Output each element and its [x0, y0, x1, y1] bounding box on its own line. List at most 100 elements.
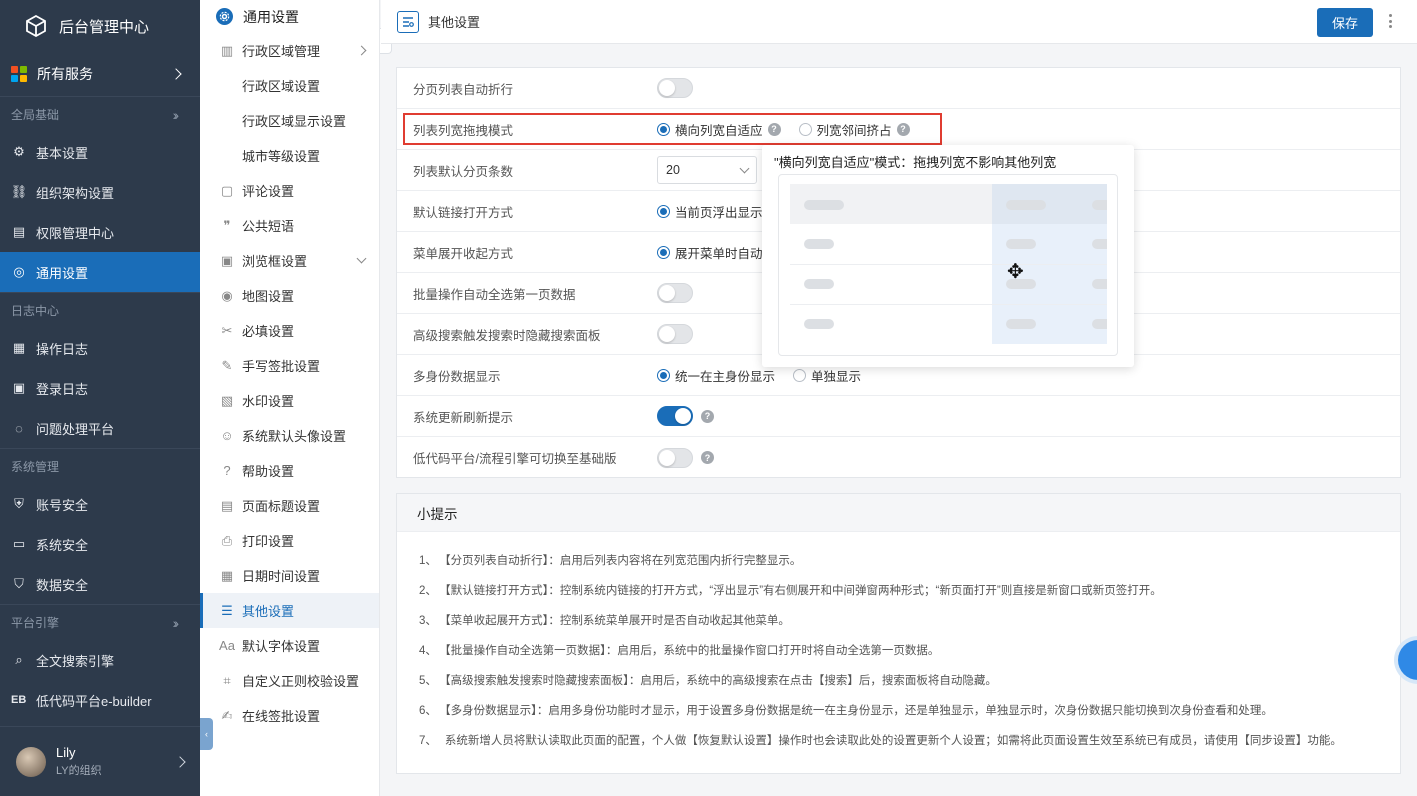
submenu-item[interactable]: ☺ 系统默认头像设置 [200, 418, 379, 453]
sidebar-group-header[interactable]: 平台引擎 ›› [0, 604, 200, 640]
save-button[interactable]: 保存 [1317, 8, 1373, 37]
sidebar-group-header[interactable]: 日志中心 [0, 292, 200, 328]
sidebar-item[interactable]: ⛨ 账号安全 [0, 484, 200, 524]
sidebar-item[interactable]: EB 低代码平台e-builder [0, 680, 200, 720]
setting-label: 高级搜索触发搜索时隐藏搜索面板 [413, 328, 601, 343]
submenu-item[interactable]: ◉ 地图设置 [200, 278, 379, 313]
setting-label: 批量操作自动全选第一页数据 [413, 287, 576, 302]
chevron-down-icon[interactable] [356, 253, 367, 264]
radio-button[interactable] [657, 204, 670, 218]
planet-icon: ◌ [15, 420, 23, 436]
chevron-right-icon[interactable] [356, 45, 367, 56]
page-header: 其他设置 保存 [381, 0, 1417, 44]
submenu-item[interactable]: Aa 默认字体设置 [200, 628, 379, 663]
submenu-item[interactable]: ▦ 日期时间设置 [200, 558, 379, 593]
submenu-item-label: 系统默认头像设置 [242, 429, 347, 444]
sidebar-item[interactable]: ⚙ 基本设置 [0, 132, 200, 172]
quote-icon: ❞ [223, 217, 231, 233]
submenu-item[interactable]: ✎ 手写签批设置 [200, 348, 379, 383]
scissors-icon: ✂ [221, 322, 233, 338]
main-sidebar: 后台管理中心 所有服务 全局基础 ›› ⚙ 基本设置 ⛓ 组织架构设置 ▤ 权限管理中心 ◎ 通用… [0, 0, 200, 796]
shield-icon: ⛨ [14, 496, 24, 511]
help-icon[interactable]: ? [701, 409, 714, 423]
double-chevron-icon[interactable]: ›› [173, 615, 180, 631]
tips-panel: 小提示 1、 【分页列表自动折行】：启用后列表内容将在列宽范围内折行完整显示。 2、… [396, 493, 1401, 774]
submenu-item[interactable]: ▧ 水印设置 [200, 383, 379, 418]
submenu-item[interactable]: ✂ 必填设置 [200, 313, 379, 348]
sidebar-toggle-button[interactable]: ‹ [200, 718, 213, 750]
sidebar-item[interactable]: ◌ 问题处理平台 [0, 408, 200, 448]
radio-button[interactable] [793, 368, 807, 382]
toggle-switch[interactable] [657, 283, 693, 303]
page-size-select[interactable]: 20 [657, 156, 757, 184]
search-icon: ⌕ [15, 652, 23, 667]
sidebar-group-label: 日志中心 [11, 304, 60, 318]
help-icon[interactable]: ? [767, 122, 781, 136]
submenu-item[interactable]: ⎙ 打印设置 [200, 523, 379, 558]
popover-title: "横向列宽自适应"模式：拖拽列宽不影响其他列宽 [774, 155, 1057, 170]
double-chevron-icon[interactable]: ›› [173, 107, 180, 123]
setting-label: 低代码平台/流程引擎可切换至基础版 [413, 452, 617, 466]
submenu-item[interactable]: ▢ 评论设置 [200, 173, 379, 208]
sidebar-group-label: 系统管理 [11, 460, 60, 474]
submenu-item[interactable]: ⌗ 自定义正则校验设置 [200, 663, 379, 698]
settings-gear-icon [216, 8, 233, 25]
submenu-item[interactable]: ▥ 行政区域管理 [200, 33, 379, 68]
radio-button[interactable] [657, 368, 670, 382]
tips-title: 小提示 [397, 494, 1400, 532]
more-options-icon[interactable] [1385, 11, 1395, 31]
submenu-item[interactable]: ❞ 公共短语 [200, 208, 379, 243]
sidebar-item[interactable]: ⌕ 全文搜索引擎 [0, 640, 200, 680]
radio-option[interactable]: 单独显示 [793, 366, 861, 385]
sidebar-item[interactable]: ▦ 操作日志 [0, 328, 200, 368]
tip-text: 【多身份数据显示】：启用多身份功能时才显示，用于设置多身份数据是统一在主身份显示… [444, 705, 1273, 717]
help-icon[interactable]: ? [896, 122, 910, 136]
toggle-switch[interactable] [657, 447, 693, 468]
tip-text: 【菜单收起展开方式】：控制系统菜单展开时是否自动收起其他菜单。 [444, 615, 790, 627]
sidebar-item[interactable]: ⛓ 组织架构设置 [0, 172, 200, 212]
user-org: LY的组织 [56, 765, 102, 777]
sidebar-item[interactable]: ◎ 通用设置 [0, 252, 200, 292]
submenu-item-label: 页面标题设置 [242, 499, 321, 514]
radio-option[interactable]: 统一在主身份显示 [657, 366, 775, 385]
sidebar-group-header[interactable]: 系统管理 [0, 448, 200, 484]
sidebar-item[interactable]: ▭ 系统安全 [0, 524, 200, 564]
submenu-item[interactable]: ▣ 浏览框设置 [200, 243, 379, 278]
user-profile[interactable]: Lily LY的组织 [0, 726, 200, 796]
radio-button[interactable] [657, 245, 670, 259]
submenu-item[interactable]: 行政区域设置 [200, 68, 379, 103]
submenu-item[interactable]: ? 帮助设置 [200, 453, 379, 488]
toggle-switch[interactable] [657, 324, 693, 344]
tip-text: 系统新增人员将默认读取此页面的配置，个人做【恢复默认设置】操作时也会读取此处的设… [444, 735, 1342, 747]
preview-frame: ✥ [778, 174, 1118, 356]
submenu-item[interactable]: 城市等级设置 [200, 138, 379, 173]
brand[interactable]: 后台管理中心 [0, 0, 200, 52]
setting-control [657, 283, 693, 303]
radio-option[interactable]: 列宽邻间挤占? [798, 120, 910, 139]
tip-number: 2、 [419, 585, 437, 597]
radio-option[interactable]: 当前页浮出显示 [657, 202, 763, 221]
sidebar-item[interactable]: ▤ 权限管理中心 [0, 212, 200, 252]
setting-control [657, 324, 693, 344]
submenu-item[interactable]: ✍ 在线签批设置 [200, 698, 379, 733]
submenu-item[interactable]: 行政区域显示设置 [200, 103, 379, 138]
radio-option[interactable]: 展开菜单时自动收 [657, 243, 775, 262]
submenu-item-label: 默认字体设置 [242, 639, 321, 654]
setting-row: 分页列表自动折行 [397, 68, 1400, 109]
sidebar-group-header[interactable]: 全局基础 ›› [0, 96, 200, 132]
app-grid-icon [11, 66, 27, 82]
submenu-item[interactable]: ☰ 其他设置 [200, 593, 379, 628]
radio-button[interactable] [657, 122, 670, 136]
help-icon[interactable]: ? [701, 451, 714, 464]
tip-text: 【分页列表自动折行】：启用后列表内容将在列宽范围内折行完整显示。 [444, 555, 802, 567]
all-services-button[interactable]: 所有服务 [0, 52, 200, 96]
toggle-switch[interactable] [657, 406, 693, 426]
sidebar-item[interactable]: ⛉ 数据安全 [0, 564, 200, 604]
radio-button[interactable] [798, 122, 812, 136]
toggle-switch[interactable] [657, 78, 693, 98]
radio-option[interactable]: 横向列宽自适应? [657, 120, 781, 139]
radio-label: 横向列宽自适应 [675, 123, 763, 138]
setting-label: 默认链接打开方式 [413, 205, 514, 220]
sidebar-item[interactable]: ▣ 登录日志 [0, 368, 200, 408]
submenu-item[interactable]: ▤ 页面标题设置 [200, 488, 379, 523]
